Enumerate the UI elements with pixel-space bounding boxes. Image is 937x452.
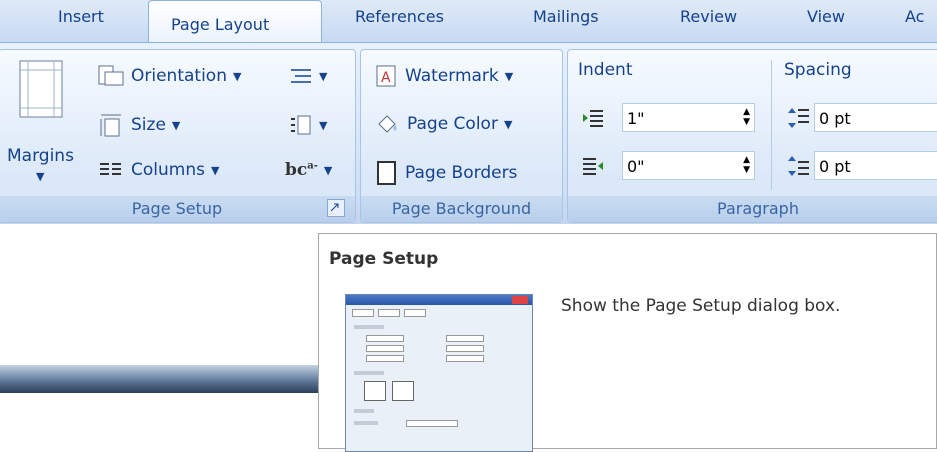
preview-label [354,421,378,425]
orientation-button[interactable]: Orientation ▼ [97,64,241,88]
dialog-launcher-icon[interactable] [327,199,345,217]
tooltip-title: Page Setup [329,249,439,269]
columns-icon [100,163,121,175]
chevron-down-icon: ▼ [36,170,45,183]
preview-field [446,345,484,352]
margins-button[interactable]: Margins ▼ [0,60,74,188]
columns-label: Columns [131,160,205,180]
paragraph-group-label: Paragraph [568,196,937,222]
chevron-down-icon: ▼ [503,117,513,131]
orientation-label: Orientation [131,66,227,86]
paragraph-group: Indent Spacing 1" ▲ ▼ 0" ▲ ▼ 0 pt 0 pt P… [567,49,937,223]
page-borders-button[interactable]: Page Borders [375,160,517,186]
orientation-icon [98,65,124,86]
preview-field [366,355,404,362]
size-button[interactable]: Size ▼ [97,112,180,138]
preview-label [354,371,384,375]
page-background-label-text: Page Background [391,199,532,218]
preview-field [366,335,404,342]
tab-insert[interactable]: Insert [58,7,104,26]
spacing-before-field[interactable]: 0 pt [814,103,937,132]
page-borders-icon [377,161,396,185]
landscape-icon [392,381,414,401]
breaks-icon [291,69,311,83]
ribbon-tab-bar: Insert Page Layout References Mailings R… [0,0,937,45]
page-setup-group-label: Page Setup [0,196,355,222]
line-numbers-button[interactable]: ▼ [289,114,327,136]
line-numbers-icon [291,115,311,135]
chevron-down-icon: ▼ [504,69,514,83]
document-ruler-bar [0,365,318,393]
page-color-button[interactable]: Page Color ▼ [375,112,512,136]
breaks-button[interactable]: ▼ [289,66,327,86]
tooltip-description: Show the Page Setup dialog box. [561,296,841,316]
page-setup-dialog-preview [345,294,533,452]
chevron-down-icon: ▼ [171,118,181,132]
chevron-down-icon: ▼ [319,69,328,83]
chevron-down-icon: ▼ [232,69,242,83]
page-setup-group: Margins ▼ Orientation ▼ Size ▼ Columns ▼… [0,49,356,223]
spacing-before-value: 0 pt [819,109,851,128]
indent-right-field[interactable]: 0" ▲ ▼ [622,151,755,180]
spacing-title: Spacing [784,60,852,80]
columns-button[interactable]: Columns ▼ [97,160,219,180]
watermark-icon: A [376,65,396,87]
preview-titlebar [346,295,532,305]
page-borders-label: Page Borders [405,163,518,183]
margins-label: Margins [7,146,74,166]
margins-icon [19,60,63,118]
tab-acrobat[interactable]: Ac [905,7,924,26]
svg-text:A: A [381,70,391,86]
preview-label [354,409,374,413]
preview-field [366,345,404,352]
indent-left-icon [583,110,603,127]
page-color-label: Page Color [407,114,498,134]
paragraph-label-text: Paragraph [717,199,799,218]
tab-page-layout[interactable]: Page Layout [148,0,322,45]
page-background-group-label: Page Background [361,196,562,222]
page-background-group: A Watermark ▼ Page Color ▼ Page Borders … [360,49,563,223]
indent-right-icon [583,158,603,175]
chevron-down-icon: ▼ [210,163,220,177]
spacing-before-icon [788,108,809,128]
spinner-icon[interactable]: ▲ ▼ [743,155,750,175]
chevron-down-icon: ▼ [319,118,328,132]
watermark-label: Watermark [405,66,499,86]
hyphenation-icon: bca- [285,160,318,180]
tab-view[interactable]: View [807,7,845,26]
spacing-after-field[interactable]: 0 pt [814,151,937,180]
chevron-down-icon: ▼ [323,163,333,177]
preview-field [446,335,484,342]
paragraph-divider [771,60,772,190]
paint-bucket-icon [378,115,397,133]
tab-references[interactable]: References [355,7,444,26]
tab-review[interactable]: Review [680,7,737,26]
portrait-icon [364,381,386,401]
preview-label [354,325,384,329]
size-icon [100,114,121,137]
indent-right-value: 0" [627,157,645,176]
indent-left-value: 1" [627,109,645,128]
indent-title: Indent [578,60,633,80]
tab-page-layout-label: Page Layout [171,15,270,34]
spinner-icon[interactable]: ▲ ▼ [743,107,750,127]
preview-field [406,420,458,427]
spacing-after-icon [788,156,809,176]
spacing-after-value: 0 pt [819,157,851,176]
preview-tabs [352,309,426,317]
tab-mailings[interactable]: Mailings [533,7,599,26]
page-setup-label-text: Page Setup [131,199,223,218]
hyphenation-button[interactable]: bca- ▼ [285,160,332,180]
preview-field [446,355,484,362]
indent-left-field[interactable]: 1" ▲ ▼ [622,103,755,132]
page-setup-tooltip: Page Setup Show the Page Setup dialog bo… [318,233,937,452]
ribbon: Margins ▼ Orientation ▼ Size ▼ Columns ▼… [0,42,937,225]
size-label: Size [131,115,166,135]
watermark-button[interactable]: A Watermark ▼ [375,64,513,88]
close-icon [512,296,528,304]
